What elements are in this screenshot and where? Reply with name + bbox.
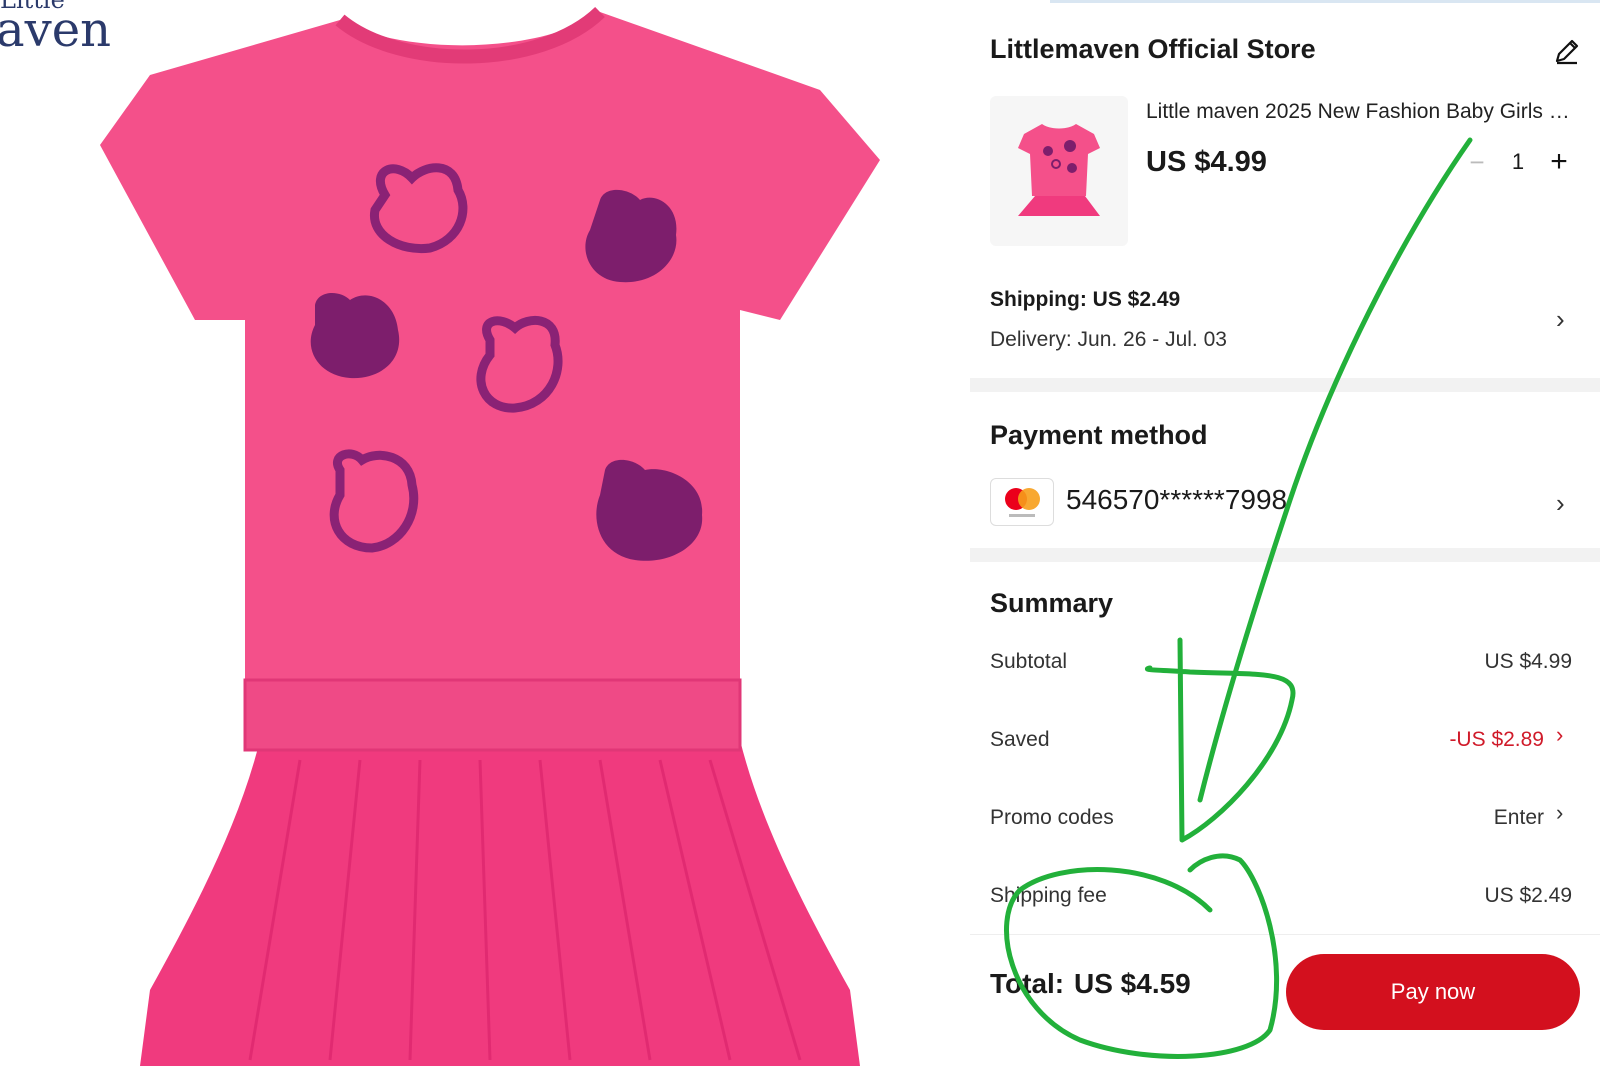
product-name[interactable]: Little maven 2025 New Fashion Baby Girls…: [1146, 100, 1576, 124]
shipping-info[interactable]: Shipping: US $2.49: [990, 288, 1180, 312]
section-divider: [970, 548, 1600, 562]
quantity-value: 1: [1511, 149, 1525, 174]
plus-icon[interactable]: +: [1544, 145, 1574, 179]
chevron-right-icon[interactable]: ›: [1556, 304, 1565, 335]
shipping-value: US $2.49: [1092, 288, 1181, 311]
card-number[interactable]: 546570******7998: [1066, 484, 1287, 516]
shipping-fee-value: US $2.49: [1484, 884, 1572, 907]
pay-now-button[interactable]: Pay now: [1286, 954, 1580, 1030]
summary-row-label: Shipping fee: [990, 884, 1107, 907]
product-price: US $4.99: [1146, 146, 1267, 178]
summary-row-label: Subtotal: [990, 650, 1068, 673]
chevron-right-icon[interactable]: ›: [1556, 488, 1565, 519]
footer-divider: [970, 934, 1600, 935]
brand-logo: Little aven: [0, 0, 111, 54]
summary-row-label: Saved: [990, 728, 1050, 751]
product-thumbnail[interactable]: [990, 96, 1128, 246]
chevron-right-icon[interactable]: ›: [1556, 722, 1563, 748]
sequin-bear-filled: [585, 189, 677, 283]
product-photo: Little aven: [0, 0, 960, 1066]
product-thumbnail-image: [1018, 124, 1100, 216]
shipping-label: Shipping:: [990, 288, 1087, 311]
summary-title: Summary: [990, 588, 1114, 618]
quantity-stepper: − 1 +: [1462, 142, 1574, 182]
chevron-right-icon[interactable]: ›: [1556, 800, 1563, 826]
pencil-icon[interactable]: [1552, 36, 1582, 66]
store-title: Littlemaven Official Store: [990, 34, 1316, 64]
hem-band: [243, 678, 742, 752]
promo-code-enter[interactable]: Enter: [1494, 806, 1544, 830]
minus-icon[interactable]: −: [1462, 147, 1492, 178]
brand-logo-line2: aven: [0, 2, 112, 58]
summary-row-label: Promo codes: [990, 806, 1114, 829]
section-divider: [970, 378, 1600, 392]
total-value: US $4.59: [1074, 968, 1191, 999]
sequin-bear-filled: [310, 293, 400, 379]
delivery-estimate: Delivery: Jun. 26 - Jul. 03: [990, 328, 1227, 351]
saved-value[interactable]: -US $2.89: [1449, 728, 1544, 752]
subtotal-value: US $4.99: [1484, 650, 1572, 673]
payment-method-title: Payment method: [990, 420, 1208, 450]
checkout-panel: Littlemaven Official Store Little maven …: [970, 0, 1600, 1066]
top-progress-line: [1050, 0, 1600, 3]
mastercard-icon: [990, 478, 1054, 526]
dress-illustration: [100, 6, 880, 1066]
total-label: Total:: [990, 968, 1065, 999]
